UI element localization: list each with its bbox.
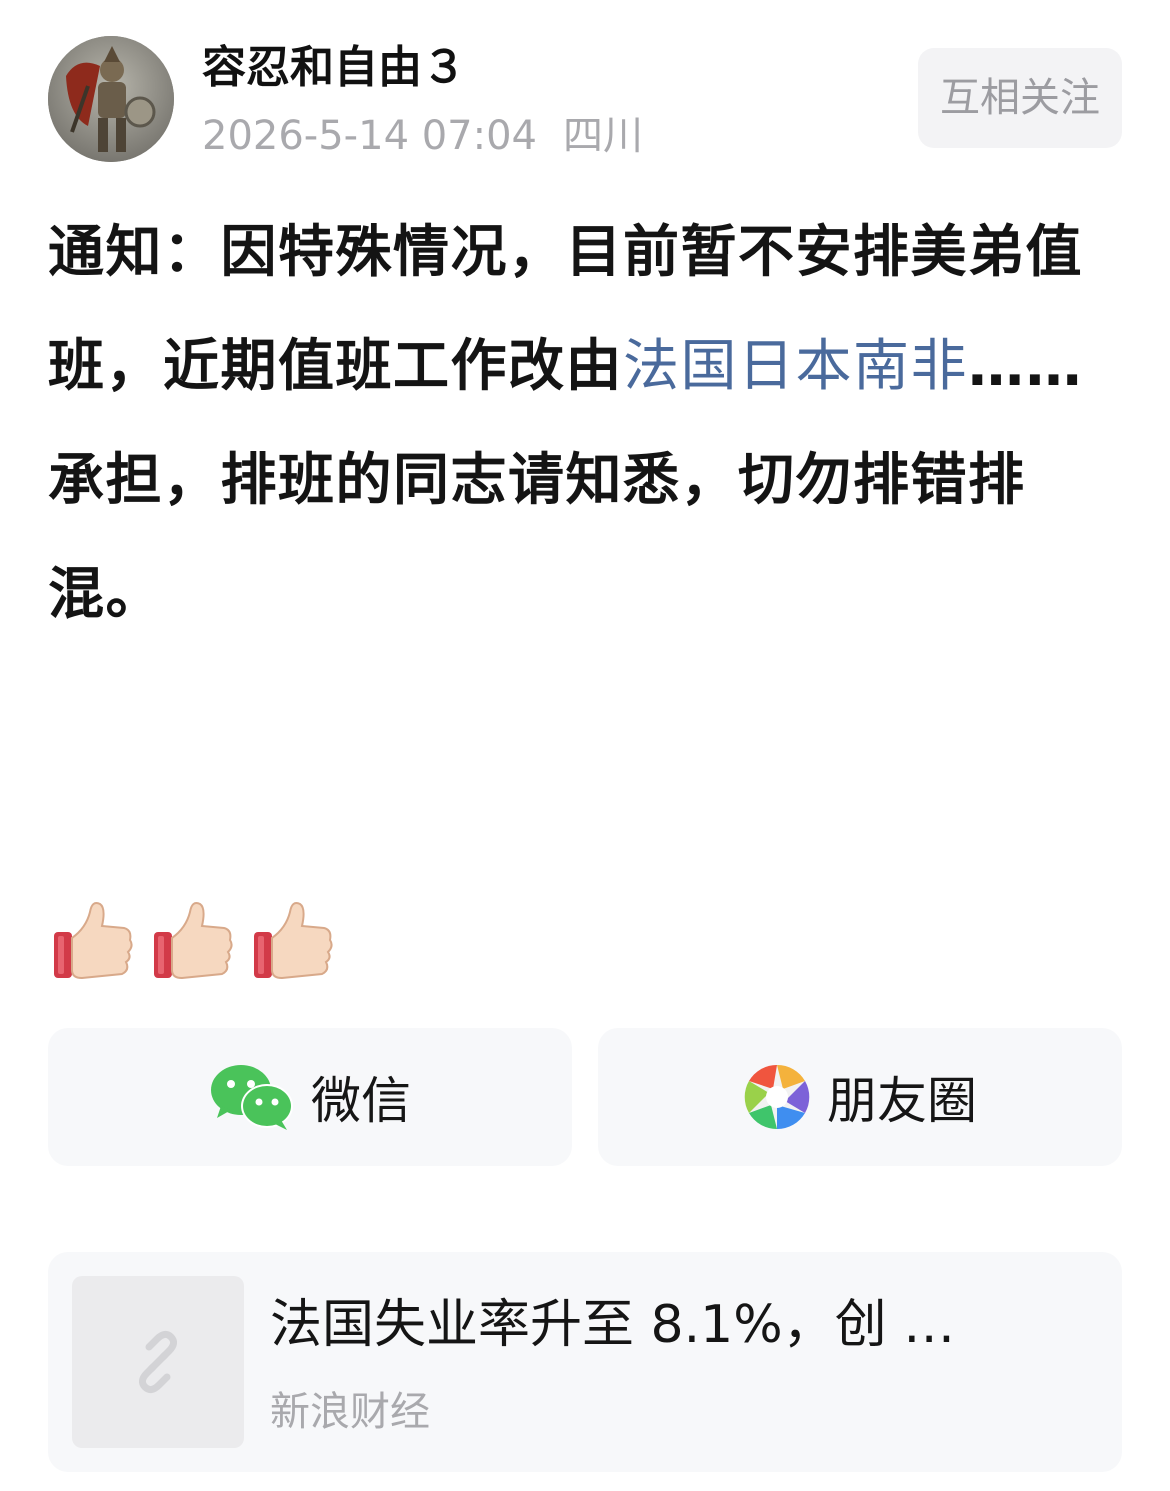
- reaction-emojis: [52, 898, 334, 988]
- author-name[interactable]: 容忍和自由３: [202, 40, 466, 96]
- wechat-icon: [211, 1065, 293, 1130]
- share-wechat-button[interactable]: 微信: [48, 1028, 572, 1166]
- link-icon: [138, 1330, 178, 1394]
- share-wechat-label: 微信: [311, 1072, 411, 1130]
- moments-shutter-icon: [744, 1064, 810, 1130]
- follow-button[interactable]: 互相关注: [918, 48, 1122, 148]
- share-moments-label: 朋友圈: [827, 1072, 977, 1130]
- thumbs-up-icon: [154, 902, 233, 980]
- post-timestamp: 2026-5-14 07:04: [202, 113, 537, 159]
- thumbs-up-icon: [54, 902, 133, 980]
- post-header: 容忍和自由３ 2026-5-14 07:04 四川 互相关注: [48, 34, 1122, 164]
- thumbs-up-icon: [254, 902, 333, 980]
- topic-link[interactable]: 法国日本南非: [623, 334, 968, 399]
- post-body: 通知：因特殊情况，目前暂不安排美弟值班，近期值班工作改由法国日本南非……承担，排…: [48, 196, 1128, 652]
- post-location: 四川: [563, 113, 643, 159]
- share-moments-button[interactable]: 朋友圈: [598, 1028, 1122, 1166]
- post-meta: 2026-5-14 07:04 四川: [202, 110, 643, 162]
- link-thumbnail: [72, 1276, 244, 1448]
- link-source: 新浪财经: [270, 1389, 430, 1435]
- avatar[interactable]: [48, 36, 174, 162]
- post-page: 容忍和自由３ 2026-5-14 07:04 四川 互相关注 通知：因特殊情况，目…: [0, 0, 1170, 1491]
- link-card[interactable]: 法国失业率升至 8.1%，创 … 新浪财经: [48, 1252, 1122, 1472]
- link-title: 法国失业率升至 8.1%，创 …: [270, 1295, 956, 1355]
